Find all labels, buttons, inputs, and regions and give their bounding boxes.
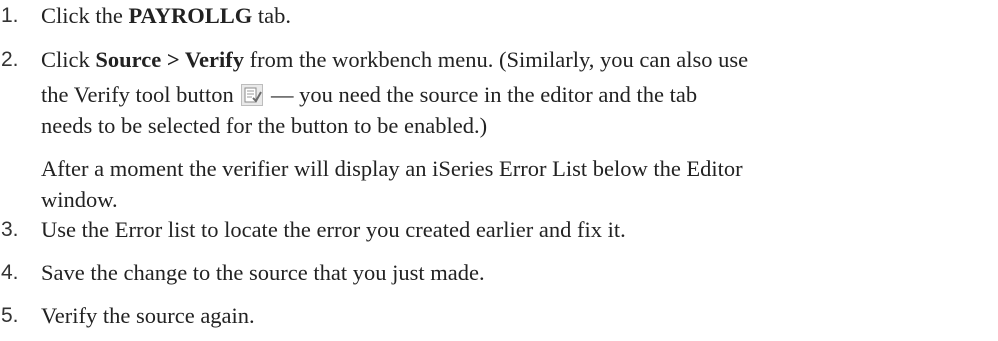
step-text: Click Source > Verify from the workbench… bbox=[41, 44, 998, 215]
step-text: Use the Error list to locate the error y… bbox=[41, 217, 626, 242]
step-number: 5. bbox=[1, 304, 19, 327]
ui-label-payrollg: PAYROLLG bbox=[128, 3, 253, 28]
step-text: Save the change to the source that you j… bbox=[41, 260, 485, 285]
step-text: Click the PAYROLLG tab. bbox=[41, 3, 292, 28]
verify-tool-icon bbox=[241, 84, 264, 106]
step-text: Verify the source again. bbox=[41, 303, 255, 328]
step-number: 1. bbox=[1, 4, 19, 27]
menu-path-source-verify: Source > Verify bbox=[95, 47, 245, 72]
step-number: 2. bbox=[1, 48, 19, 71]
step-note: After a moment the verifier will display… bbox=[41, 156, 743, 181]
step-number: 4. bbox=[1, 261, 19, 284]
step-number: 3. bbox=[1, 218, 19, 241]
